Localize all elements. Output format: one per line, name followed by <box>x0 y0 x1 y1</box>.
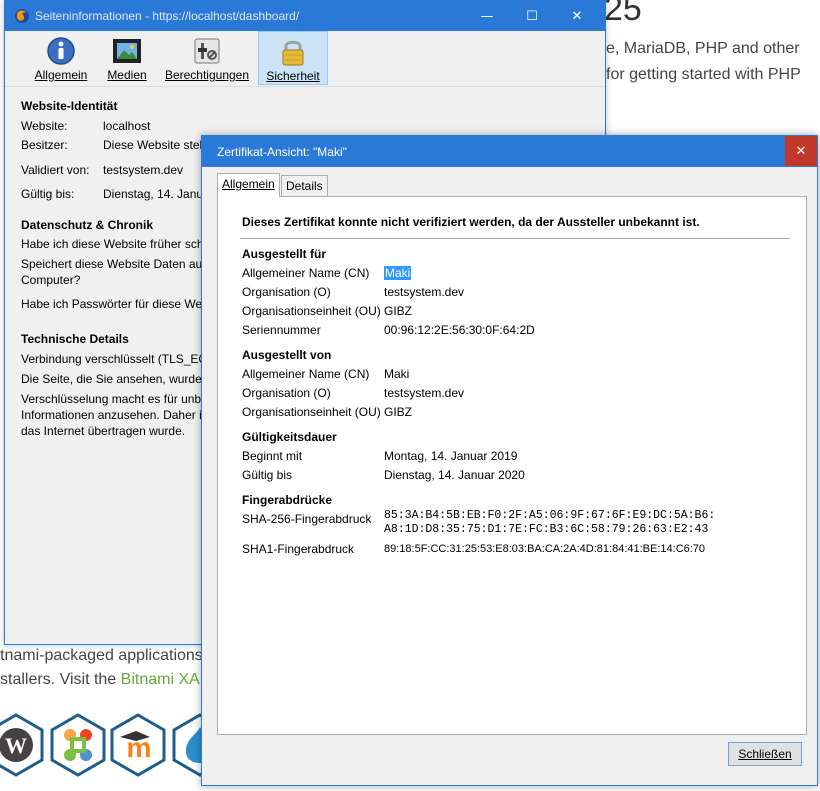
bitnami-link[interactable]: Bitnami XAM <box>121 671 213 688</box>
moodle-icon[interactable]: m <box>106 713 170 777</box>
privacy-question: Habe ich Passwörter für diese Web <box>21 297 209 311</box>
owner-label: Besitzer: <box>21 138 68 152</box>
tab-label: Allgemein <box>222 177 275 191</box>
technical-text: Verbindung verschlüsselt (TLS_ECD <box>21 352 216 366</box>
tab-label: Details <box>286 179 323 193</box>
sha256-fingerprint[interactable]: 85:3A:B4:5B:EB:F0:2F:A5:06:9F:67:6F:E9:D… <box>384 509 715 523</box>
window-title: Zertifikat-Ansicht: "Maki" <box>217 145 347 159</box>
body-text-line: tnami-packaged applications <box>0 647 203 664</box>
field-label: Organisation (O) <box>242 386 331 400</box>
field-value[interactable]: Maki <box>384 266 412 280</box>
tab-permissions[interactable]: Berechtigungen <box>163 31 251 85</box>
general-tab-panel: Dieses Zertifikat konnte nicht verifizie… <box>217 196 807 735</box>
verified-by-value: testsystem.dev <box>103 163 184 177</box>
page-info-toolbar: Allgemein Medien Berechtigungen Sicherhe… <box>5 31 605 87</box>
media-icon <box>113 39 141 63</box>
minimize-button[interactable]: — <box>464 1 510 31</box>
field-value[interactable]: testsystem.dev <box>384 285 464 299</box>
validity-heading: Gültigkeitsdauer <box>242 430 337 444</box>
valid-until-value: Dienstag, 14. Januar <box>103 187 214 201</box>
field-label: Allgemeiner Name (CN) <box>242 367 370 381</box>
technical-text: Die Seite, die Sie ansehen, wurde v <box>21 372 212 386</box>
button-label: Schließen <box>738 747 792 761</box>
field-value[interactable]: testsystem.dev <box>384 386 464 400</box>
field-value[interactable]: Maki <box>384 367 409 381</box>
privacy-question: Speichert diese Website Daten auf <box>21 257 206 271</box>
tab-general[interactable]: Allgemein <box>31 31 91 85</box>
sha1-fingerprint[interactable]: 89:18:5F:CC:31:25:53:E8:03:BA:CA:2A:4D:8… <box>384 543 705 555</box>
intro-text-line: e, MariaDB, PHP and other <box>606 40 800 57</box>
field-label: Gültig bis <box>242 468 293 482</box>
field-label: Organisationseinheit (OU) <box>242 304 381 318</box>
field-label: Organisationseinheit (OU) <box>242 405 381 419</box>
field-value[interactable]: GIBZ <box>384 304 412 318</box>
technical-text: das Internet übertragen wurde. <box>21 424 186 438</box>
verification-warning: Dieses Zertifikat konnte nicht verifizie… <box>242 215 700 229</box>
website-label: Website: <box>21 119 68 133</box>
privacy-question: Habe ich diese Website früher scho <box>21 237 211 251</box>
page-info-titlebar[interactable]: Seiteninformationen - https://localhost/… <box>5 1 605 31</box>
tab-label: Allgemein <box>34 68 88 82</box>
sha256-fingerprint[interactable]: A8:1D:D8:35:75:D1:7E:FC:B3:6C:58:79:26:6… <box>384 523 708 537</box>
tab-label: Berechtigungen <box>164 68 250 82</box>
privacy-question: Computer? <box>21 273 81 287</box>
joomla-icon[interactable] <box>46 713 110 777</box>
padlock-icon <box>282 40 304 66</box>
technical-details-heading: Technische Details <box>21 332 129 346</box>
field-label: SHA1-Fingerabdruck <box>242 542 355 556</box>
tab-media[interactable]: Medien <box>103 31 151 85</box>
tab-general[interactable]: Allgemein <box>217 173 280 197</box>
owner-value: Diese Website stellt <box>103 138 209 152</box>
selected-text[interactable]: Maki <box>384 266 412 280</box>
tab-security[interactable]: Sicherheit <box>258 31 328 85</box>
permissions-icon <box>194 38 220 64</box>
field-value[interactable]: GIBZ <box>384 405 412 419</box>
field-value[interactable]: Dienstag, 14. Januar 2020 <box>384 468 525 482</box>
verified-by-label: Validiert von: <box>21 163 90 177</box>
page-heading-fragment: 25 <box>604 0 642 28</box>
website-identity-heading: Website-Identität <box>21 99 118 113</box>
tab-details[interactable]: Details <box>281 175 328 196</box>
certificate-titlebar[interactable]: Zertifikat-Ansicht: "Maki" ✕ <box>202 136 817 167</box>
field-label: Seriennummer <box>242 323 321 337</box>
close-button[interactable]: ✕ <box>785 136 817 166</box>
intro-text-line: for getting started with PHP <box>606 66 801 83</box>
field-value[interactable]: Montag, 14. Januar 2019 <box>384 449 517 463</box>
divider <box>240 238 790 239</box>
privacy-heading: Datenschutz & Chronik <box>21 218 154 232</box>
close-dialog-button[interactable]: Schließen <box>728 742 802 766</box>
technical-text: Informationen anzusehen. Daher is <box>21 408 208 422</box>
tab-label: Sicherheit <box>266 69 320 83</box>
fingerprints-heading: Fingerabdrücke <box>242 493 333 507</box>
field-value[interactable]: 00:96:12:2E:56:30:0F:64:2D <box>384 323 535 337</box>
maximize-button[interactable]: ☐ <box>509 1 555 31</box>
field-label: Allgemeiner Name (CN) <box>242 266 370 280</box>
window-title: Seiteninformationen - https://localhost/… <box>35 9 300 23</box>
certificate-viewer-window: Zertifikat-Ansicht: "Maki" ✕ Allgemein D… <box>201 135 818 786</box>
technical-text: Verschlüsselung macht es für unbe <box>21 392 208 406</box>
body-text-line: stallers. Visit the Bitnami XAM <box>0 671 214 688</box>
tab-label: Medien <box>107 68 147 82</box>
field-label: Beginnt mit <box>242 449 303 463</box>
close-button[interactable]: ✕ <box>554 1 600 31</box>
field-label: SHA-256-Fingerabdruck <box>242 512 372 526</box>
issued-to-heading: Ausgestellt für <box>242 247 327 261</box>
wordpress-icon[interactable]: W <box>0 713 48 777</box>
field-label: Organisation (O) <box>242 285 331 299</box>
svg-text:W: W <box>5 733 27 758</box>
info-icon <box>47 37 75 65</box>
issued-by-heading: Ausgestellt von <box>242 348 332 362</box>
website-value: localhost <box>103 119 151 133</box>
valid-until-label: Gültig bis: <box>21 187 75 201</box>
firefox-icon <box>15 9 29 23</box>
